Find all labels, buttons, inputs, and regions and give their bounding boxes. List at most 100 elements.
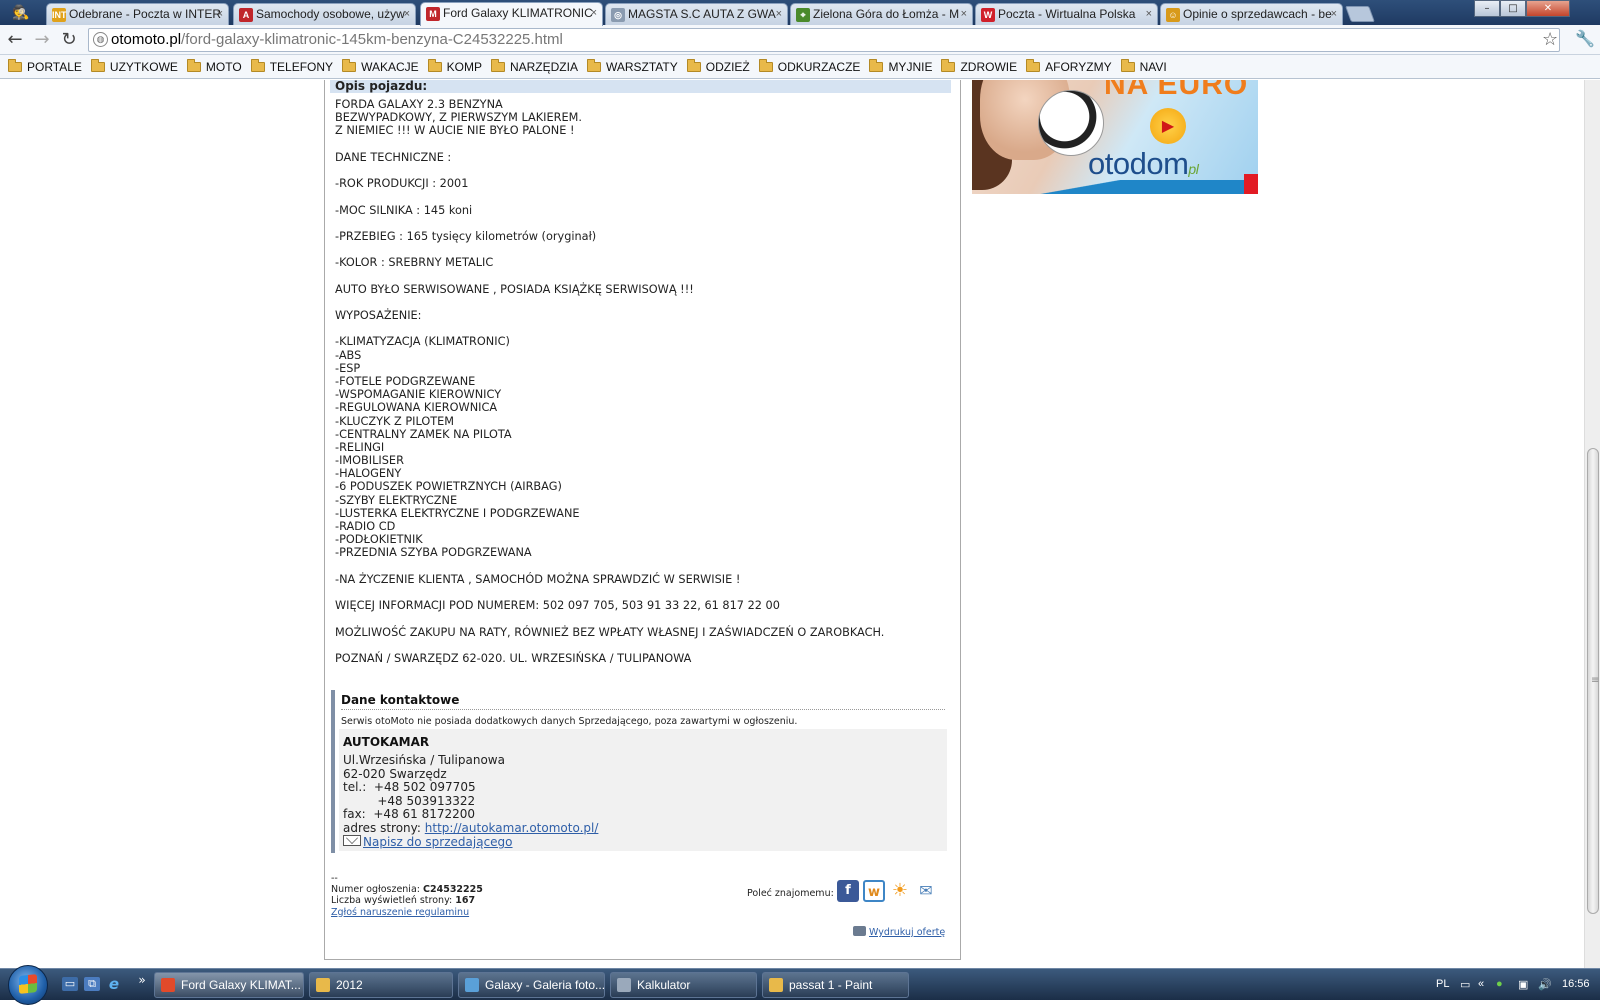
scrollbar-thumb[interactable]: ≡ [1587, 448, 1599, 914]
reload-button[interactable]: ↻ [57, 28, 81, 52]
taskbar-button[interactable]: Kalkulator [610, 972, 757, 998]
description-line [335, 296, 945, 309]
windows-taskbar: ▭ ⧉ e » Ford Galaxy KLIMAT... 2012 Galaxy … [0, 965, 1600, 1005]
description-line: Z NIEMIEC !!! W AUCIE NIE BYŁO PALONE ! [335, 124, 575, 138]
bookmark-folder[interactable]: MYJNIE [869, 55, 932, 79]
facebook-icon[interactable]: f [837, 880, 859, 902]
bookmark-star-icon[interactable]: ☆ [1542, 29, 1558, 50]
print-offer-link[interactable]: Wydrukuj ofertę [869, 927, 945, 938]
language-indicator[interactable]: PL [1436, 978, 1449, 990]
description-line: -KLUCZYK Z PILOTEM [335, 414, 455, 428]
tab-close-icon[interactable]: × [217, 4, 223, 25]
vertical-scrollbar[interactable]: ≡ [1584, 80, 1600, 968]
wrench-menu-icon[interactable]: 🔧 [1575, 29, 1595, 48]
folder-icon [1120, 59, 1135, 72]
bookmarks-bar: PORTALE UZYTKOWE MOTO TELEFONY WAKACJE KOMP NA… [0, 55, 1600, 79]
views-count: 167 [455, 895, 476, 907]
tab-favicon-icon: M [426, 7, 440, 21]
network-icon[interactable]: ▣ [1518, 978, 1528, 991]
minimize-button[interactable]: – [1474, 0, 1500, 17]
tab-close-icon[interactable]: × [591, 3, 597, 24]
tray-window-icon[interactable]: ▭ [1460, 978, 1470, 991]
tab-label: Zielona Góra do Łomża - M [813, 7, 960, 21]
dealer-name: AUTOKAMAR [343, 735, 430, 749]
bookmark-folder[interactable]: PORTALE [8, 55, 82, 79]
tab-label: Samochody osobowe, używ [256, 7, 405, 21]
clock[interactable]: 16:56 [1562, 978, 1590, 990]
taskbar-button[interactable]: passat 1 - Paint [762, 972, 909, 998]
contact-section: Dane kontaktowe Serwis otoMoto nie posia… [331, 690, 951, 853]
browser-tab[interactable]: ⌖ Zielona Góra do Łomża - M × [790, 3, 973, 25]
ad-number: C24532225 [423, 884, 483, 896]
description-line: BEZWYPADKOWY, Z PIERWSZYM LAKIEREM. [335, 111, 582, 125]
browser-tab[interactable]: A Samochody osobowe, używ × [233, 3, 416, 25]
browser-tab[interactable]: M Ford Galaxy KLIMATRONIC × [420, 2, 603, 26]
tab-close-icon[interactable]: × [1331, 4, 1337, 25]
bookmark-folder[interactable]: NAVI [1120, 55, 1167, 79]
description-line: WYPOSAŻENIE: [335, 309, 422, 322]
description-line: WIĘCEJ INFORMACJI POD NUMEREM: 502 097 7… [335, 599, 780, 613]
tab-favicon-icon: W [981, 8, 995, 22]
wykop-icon[interactable]: w [863, 880, 885, 902]
description-body: FORDA GALAXY 2.3 BENZYNA BEZWYPADKOWY, Z … [335, 98, 945, 665]
otodom-banner-ad[interactable]: NA EURO ▶ otodompl [972, 80, 1258, 194]
bookmark-folder[interactable]: WARSZTATY [586, 55, 678, 79]
bookmark-folder[interactable]: MOTO [186, 55, 242, 79]
tab-close-icon[interactable]: × [1146, 4, 1152, 25]
browser-tab[interactable]: ☺ Opinie o sprzedawcach - be × [1160, 3, 1343, 25]
views-row: Liczba wyświetleń strony: 167 [331, 895, 483, 906]
switch-windows-icon[interactable]: ⧉ [84, 977, 100, 991]
address-bar[interactable]: ◍ otomoto.pl/ford-galaxy-klimatronic-145k… [88, 28, 1560, 52]
play-icon: ▶ [1150, 108, 1186, 144]
ad-headline: NA EURO [1104, 80, 1249, 101]
bookmark-folder[interactable]: ZDROWIE [941, 55, 1017, 79]
bookmark-folder[interactable]: ODZIEŻ [686, 55, 750, 79]
back-button[interactable]: ← [3, 28, 27, 52]
tab-close-icon[interactable]: × [404, 4, 410, 25]
bookmark-folder[interactable]: TELEFONY [250, 55, 333, 79]
bookmark-label: AFORYZMY [1045, 60, 1112, 74]
folder-icon [686, 59, 701, 72]
internet-explorer-icon[interactable]: e [106, 977, 122, 992]
fax-label: fax: [343, 807, 366, 822]
browser-tab[interactable]: INT Odebrane - Poczta w INTER × [46, 3, 229, 25]
close-window-button[interactable]: ✕ [1526, 0, 1570, 17]
folder-icon [90, 59, 105, 72]
taskbar-button-label: 2012 [336, 978, 363, 992]
report-violation-link[interactable]: Zgłoś naruszenie regulaminu [331, 907, 469, 918]
printer-icon [853, 926, 866, 936]
quicklaunch-more-icon[interactable]: » [134, 973, 150, 987]
bookmark-label: NARZĘDZIA [509, 60, 578, 74]
browser-tab[interactable]: ◎ MAGSTA S.C AUTA Z GWA × [605, 3, 788, 25]
taskbar-button[interactable]: Ford Galaxy KLIMAT... [154, 972, 304, 998]
bookmark-folder[interactable]: AFORYZMY [1026, 55, 1112, 79]
write-to-seller-link[interactable]: Napisz do sprzedającego [363, 835, 513, 849]
browser-tab[interactable]: W Poczta - Wirtualna Polska × [975, 3, 1158, 25]
taskbar-button[interactable]: Galaxy - Galeria foto... [458, 972, 605, 998]
forward-button[interactable]: → [30, 28, 54, 52]
show-desktop-icon[interactable]: ▭ [62, 977, 78, 991]
email-icon[interactable]: ✉ [915, 880, 937, 902]
new-tab-button[interactable] [1345, 6, 1375, 22]
bookmark-folder[interactable]: UZYTKOWE [90, 55, 178, 79]
ad-red-mark [1244, 174, 1258, 194]
tab-close-icon[interactable]: × [776, 4, 782, 25]
bookmark-folder[interactable]: WAKACJE [342, 55, 419, 79]
tray-status-icon[interactable]: ● [1496, 978, 1503, 990]
start-button[interactable] [8, 965, 48, 1005]
tray-chevron-icon[interactable]: « [1478, 978, 1484, 990]
dealer-address-line2: 62-020 Swarzędz [343, 766, 447, 781]
description-line: -RADIO CD [335, 520, 396, 533]
bookmark-folder[interactable]: ODKURZACZE [758, 55, 860, 79]
volume-icon[interactable]: 🔊 [1538, 978, 1552, 991]
maximize-button[interactable]: □ [1500, 0, 1526, 17]
dealer-website-link[interactable]: http://autokamar.otomoto.pl/ [425, 821, 599, 835]
description-line [335, 639, 945, 652]
url-host: otomoto.pl [111, 31, 182, 48]
folder-icon [250, 59, 265, 72]
nasza-klasa-icon[interactable]: ☀ [889, 880, 911, 902]
taskbar-button[interactable]: 2012 [309, 972, 453, 998]
bookmark-folder[interactable]: KOMP [427, 55, 482, 79]
bookmark-folder[interactable]: NARZĘDZIA [490, 55, 578, 79]
tab-close-icon[interactable]: × [961, 4, 967, 25]
